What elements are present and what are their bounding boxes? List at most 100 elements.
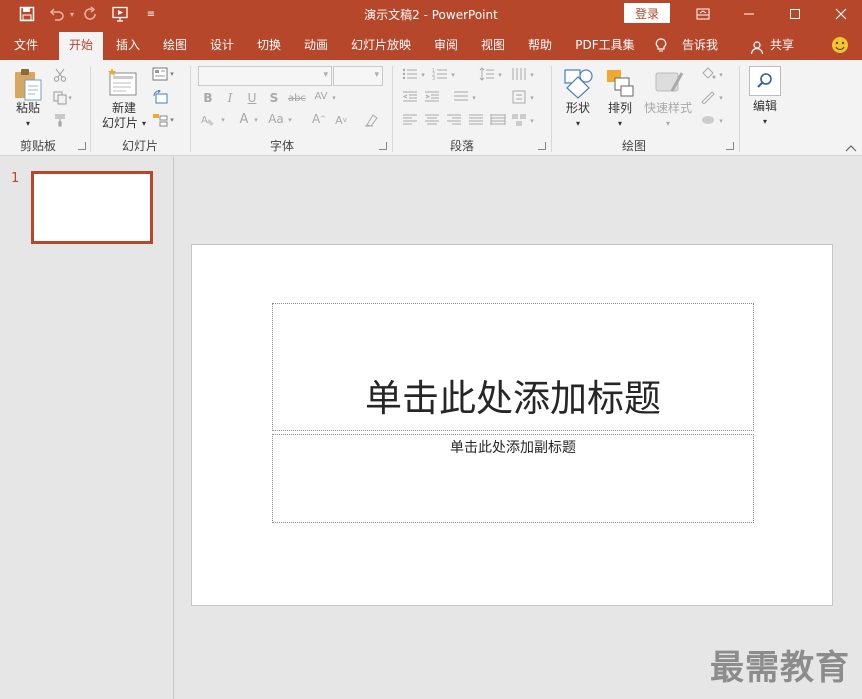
arrange-dropdown-icon[interactable]: ▾ <box>600 116 640 131</box>
increase-indent-icon[interactable] <box>423 89 441 105</box>
editing-dropdown-icon[interactable]: ▾ <box>745 114 785 129</box>
shapes-dropdown-icon[interactable]: ▾ <box>558 116 598 131</box>
tab-pdf-tools[interactable]: PDF工具集 <box>568 32 642 60</box>
text-direction-dropdown-icon[interactable]: ▾ <box>470 90 478 106</box>
tab-animations[interactable]: 动画 <box>294 32 338 60</box>
shapes-button[interactable]: 形状 <box>558 101 598 116</box>
clipboard-dialog-launcher[interactable] <box>78 142 86 150</box>
smartart-dropdown-icon[interactable]: ▾ <box>528 113 536 129</box>
login-button[interactable]: 登录 <box>624 3 670 23</box>
align-center-icon[interactable] <box>423 112 441 128</box>
copy-dropdown-icon[interactable]: ▾ <box>66 90 74 106</box>
tab-home[interactable]: 开始 <box>59 32 103 60</box>
tab-review[interactable]: 审阅 <box>424 32 468 60</box>
bullets-dropdown-icon[interactable]: ▾ <box>419 67 427 83</box>
minimize-icon[interactable] <box>726 0 772 28</box>
font-color-dropdown-icon[interactable]: ▾ <box>252 112 260 128</box>
slide-canvas[interactable]: 单击此处添加标题 单击此处添加副标题 <box>191 244 833 606</box>
paragraph-dialog-launcher[interactable] <box>538 142 546 150</box>
collapse-ribbon-icon[interactable] <box>844 142 858 152</box>
paste-button[interactable]: 粘贴 <box>8 101 48 116</box>
line-spacing-dropdown-icon[interactable]: ▾ <box>496 67 504 83</box>
reset-slide-icon[interactable] <box>151 89 169 105</box>
numbering-icon[interactable]: 123 <box>431 66 449 82</box>
arrange-icon[interactable] <box>604 67 636 99</box>
layout-icon[interactable] <box>151 66 169 82</box>
title-placeholder[interactable]: 单击此处添加标题 <box>272 303 754 431</box>
tab-help[interactable]: 帮助 <box>518 32 562 60</box>
paste-dropdown-icon[interactable]: ▾ <box>8 116 48 131</box>
change-case-dropdown-icon[interactable]: ▾ <box>286 112 294 128</box>
font-dialog-launcher[interactable] <box>379 142 387 150</box>
tab-insert[interactable]: 插入 <box>106 32 150 60</box>
clear-formatting-icon[interactable]: A <box>199 112 217 128</box>
align-right-icon[interactable] <box>445 112 463 128</box>
paste-icon[interactable] <box>12 68 44 102</box>
distributed-icon[interactable] <box>489 112 507 128</box>
quick-styles-icon[interactable] <box>652 67 686 99</box>
change-case-icon[interactable]: Aa <box>265 111 287 127</box>
decrease-font-size-icon[interactable]: Av <box>332 112 350 128</box>
arrange-button[interactable]: 排列 <box>600 101 640 116</box>
increase-font-size-icon[interactable]: A ^ <box>310 111 328 127</box>
drawing-dialog-launcher[interactable] <box>726 142 734 150</box>
maximize-icon[interactable] <box>772 0 818 28</box>
subtitle-placeholder[interactable]: 单击此处添加副标题 <box>272 434 754 523</box>
italic-icon[interactable]: I <box>221 90 239 106</box>
shape-effects-icon[interactable] <box>699 112 717 128</box>
lightbulb-icon[interactable] <box>652 38 670 56</box>
tab-slideshow[interactable]: 幻灯片放映 <box>343 32 419 60</box>
bullets-icon[interactable] <box>401 66 419 82</box>
tab-transitions[interactable]: 切换 <box>247 32 291 60</box>
smiley-feedback-icon[interactable] <box>830 36 850 56</box>
section-icon[interactable] <box>151 112 169 128</box>
ribbon-display-options-icon[interactable] <box>680 0 726 28</box>
quick-styles-dropdown-icon[interactable]: ▾ <box>640 116 696 131</box>
line-spacing-icon[interactable] <box>478 66 496 82</box>
shapes-icon[interactable] <box>562 67 594 99</box>
justify-icon[interactable] <box>467 112 485 128</box>
shape-fill-icon[interactable] <box>699 66 717 82</box>
close-icon[interactable] <box>818 0 862 28</box>
slide-thumbnail[interactable] <box>31 171 153 244</box>
clear-formatting-dropdown-icon[interactable]: ▾ <box>219 112 227 128</box>
section-dropdown-icon[interactable]: ▾ <box>168 112 176 128</box>
layout-dropdown-icon[interactable]: ▾ <box>168 66 176 82</box>
shape-effects-dropdown-icon[interactable]: ▾ <box>717 113 725 129</box>
character-spacing-icon[interactable]: AV <box>310 88 332 104</box>
format-painter-icon[interactable] <box>51 112 69 128</box>
shape-outline-dropdown-icon[interactable]: ▾ <box>717 90 725 106</box>
numbering-dropdown-icon[interactable]: ▾ <box>449 67 457 83</box>
tab-design[interactable]: 设计 <box>200 32 244 60</box>
share-button[interactable]: 共享 <box>764 32 800 60</box>
columns-dropdown-icon[interactable]: ▾ <box>528 67 536 83</box>
smartart-icon[interactable] <box>510 112 528 128</box>
text-direction-icon[interactable] <box>452 89 470 105</box>
align-left-icon[interactable] <box>401 112 419 128</box>
align-text-dropdown-icon[interactable]: ▾ <box>528 90 536 106</box>
shape-outline-icon[interactable] <box>699 89 717 105</box>
font-size-combo[interactable]: ▾ <box>333 66 383 86</box>
cut-icon[interactable] <box>51 67 69 83</box>
new-slide-dropdown-icon[interactable]: ▾ <box>139 116 149 131</box>
editing-button[interactable]: 编辑 <box>745 99 785 114</box>
clear-all-formatting-icon[interactable] <box>362 112 380 128</box>
text-shadow-icon[interactable]: S <box>265 90 283 106</box>
character-spacing-dropdown-icon[interactable]: ▾ <box>330 90 338 106</box>
tell-me-box[interactable]: 告诉我 <box>676 32 724 60</box>
tab-view[interactable]: 视图 <box>471 32 515 60</box>
tab-file[interactable]: 文件 <box>4 32 48 60</box>
columns-icon[interactable] <box>510 66 528 82</box>
strikethrough-icon[interactable]: abc <box>287 90 307 106</box>
find-icon[interactable] <box>749 66 781 96</box>
tab-draw[interactable]: 绘图 <box>153 32 197 60</box>
font-name-combo[interactable]: ▾ <box>198 66 332 86</box>
shape-fill-dropdown-icon[interactable]: ▾ <box>717 67 725 83</box>
bold-icon[interactable]: B <box>199 90 217 106</box>
quick-styles-button[interactable]: 快速样式 <box>640 101 696 116</box>
new-slide-icon[interactable] <box>106 67 140 99</box>
align-text-icon[interactable] <box>510 89 528 105</box>
underline-icon[interactable]: U <box>243 90 261 106</box>
font-color-icon[interactable]: A <box>235 111 253 127</box>
decrease-indent-icon[interactable] <box>401 89 419 105</box>
